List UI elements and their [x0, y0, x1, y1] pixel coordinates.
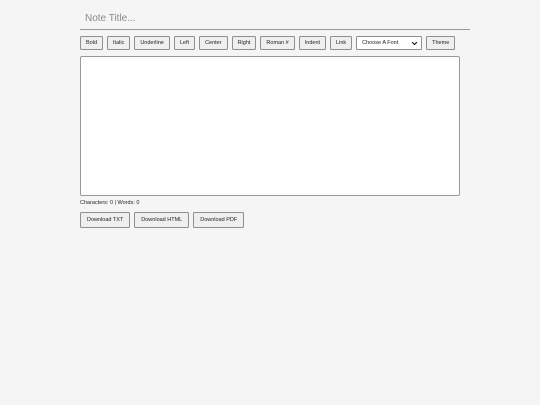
- font-select-value: Choose A Font: [362, 40, 399, 46]
- formatting-toolbar: Bold Italic Underline Left Center Right …: [80, 36, 456, 50]
- download-pdf-button[interactable]: Download PDF: [193, 212, 245, 228]
- italic-button[interactable]: Italic: [107, 36, 131, 50]
- word-count-status: Characters: 0 | Words: 0: [80, 200, 139, 206]
- note-body-editor[interactable]: [80, 56, 460, 196]
- download-html-button[interactable]: Download HTML: [134, 212, 190, 228]
- indent-button[interactable]: Indent: [298, 36, 327, 50]
- note-title-input[interactable]: [80, 8, 470, 30]
- characters-label: Characters:: [80, 200, 109, 206]
- words-count: 0: [136, 200, 140, 206]
- font-select[interactable]: Choose A Font: [356, 36, 423, 50]
- download-buttons: Download TXT Download HTML Download PDF: [80, 212, 245, 228]
- align-right-button[interactable]: Right: [231, 36, 257, 50]
- chevron-down-icon: [411, 41, 418, 45]
- align-left-button[interactable]: Left: [173, 36, 196, 50]
- roman-numeral-list-button[interactable]: Roman #: [260, 36, 295, 50]
- underline-button[interactable]: Underline: [134, 36, 170, 50]
- download-txt-button[interactable]: Download TXT: [80, 212, 131, 228]
- theme-button[interactable]: Theme: [426, 36, 456, 50]
- words-label: Words:: [117, 200, 135, 206]
- note-editor-page: Bold Italic Underline Left Center Right …: [0, 0, 540, 405]
- align-center-button[interactable]: Center: [199, 36, 228, 50]
- link-button[interactable]: Link: [330, 36, 353, 50]
- bold-button[interactable]: Bold: [80, 36, 104, 50]
